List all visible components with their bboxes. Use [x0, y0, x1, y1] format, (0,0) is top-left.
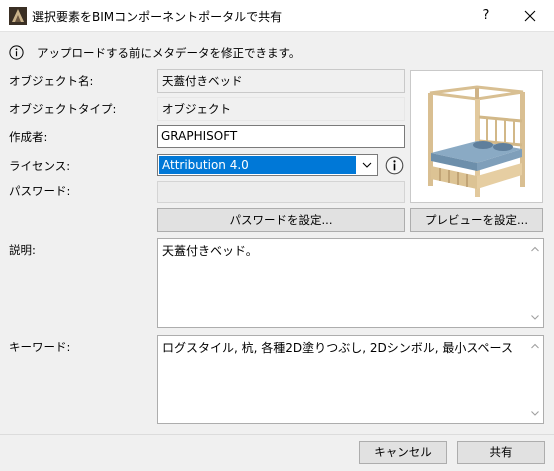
- keywords-text: ログスタイル, 杭, 各種2D塗りつぶし, 2Dシンボル, 最小スペース: [162, 341, 513, 355]
- scroll-down-icon[interactable]: [527, 309, 543, 325]
- set-password-button[interactable]: パスワードを設定...: [157, 208, 405, 232]
- description-text: 天蓋付きベッド。: [162, 244, 258, 258]
- canopy-bed-preview-image: [428, 85, 525, 197]
- license-label: ライセンス:: [9, 159, 71, 173]
- close-button[interactable]: [510, 2, 550, 30]
- object-name-label: オブジェクト名:: [9, 74, 94, 88]
- description-textarea[interactable]: 天蓋付きベッド。: [157, 238, 544, 328]
- info-circle-icon: [385, 156, 404, 175]
- title-bar: 選択要素をBIMコンポーネントポータルで共有 ?: [0, 0, 554, 31]
- license-select[interactable]: Attribution 4.0: [157, 154, 378, 176]
- keywords-scrollbar[interactable]: [527, 336, 543, 423]
- scroll-down-icon[interactable]: [527, 405, 543, 421]
- keywords-textarea[interactable]: ログスタイル, 杭, 各種2D塗りつぶし, 2Dシンボル, 最小スペース: [157, 335, 544, 424]
- author-label: 作成者:: [9, 130, 48, 144]
- set-preview-button[interactable]: プレビューを設定...: [410, 208, 543, 232]
- scroll-up-icon[interactable]: [527, 241, 543, 257]
- object-type-label: オブジェクトタイプ:: [9, 102, 117, 116]
- scroll-up-icon[interactable]: [527, 338, 543, 354]
- object-name-field: 天蓋付きベッド: [157, 69, 405, 93]
- help-button[interactable]: ?: [466, 2, 506, 30]
- app-icon: [9, 7, 27, 25]
- share-button[interactable]: 共有: [457, 441, 545, 464]
- password-field: [157, 181, 405, 203]
- description-scrollbar[interactable]: [527, 239, 543, 327]
- close-icon: [524, 10, 536, 22]
- window-title: 選択要素をBIMコンポーネントポータルで共有: [32, 10, 283, 24]
- author-input[interactable]: GRAPHISOFT: [157, 125, 405, 148]
- info-icon: [9, 45, 24, 60]
- cancel-button[interactable]: キャンセル: [359, 441, 447, 464]
- chevron-down-icon: [359, 157, 375, 173]
- object-type-field: オブジェクト: [157, 97, 405, 121]
- password-label: パスワード:: [9, 184, 71, 198]
- license-info-button[interactable]: [384, 155, 405, 176]
- description-label: 説明:: [9, 243, 36, 257]
- preview-image: [410, 70, 543, 203]
- info-message: アップロードする前にメタデータを修正できます。: [37, 46, 301, 60]
- license-selected-value: Attribution 4.0: [159, 156, 356, 174]
- keywords-label: キーワード:: [9, 340, 71, 354]
